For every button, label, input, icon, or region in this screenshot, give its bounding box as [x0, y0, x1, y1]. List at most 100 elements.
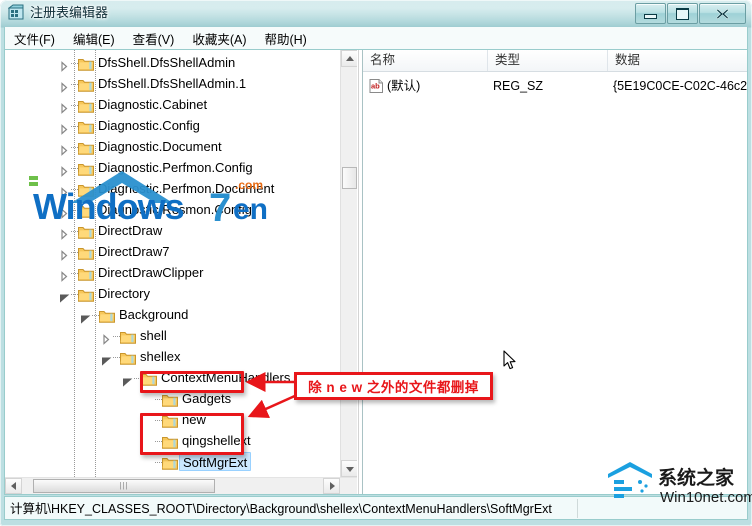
tree-item-directdraw7[interactable]: DirectDraw7 — [5, 241, 340, 262]
folder-icon — [99, 308, 115, 323]
scroll-left-button[interactable] — [5, 478, 22, 494]
folder-icon — [78, 287, 94, 302]
menu-view[interactable]: 查看(V) — [124, 27, 184, 50]
tree-item-directory[interactable]: Directory — [5, 283, 340, 304]
tree-item-label: qingshellext — [182, 433, 251, 448]
tree-item-dfsshell-dfsshelladmin-1[interactable]: DfsShell.DfsShellAdmin.1 — [5, 73, 340, 94]
regedit-icon — [7, 4, 25, 21]
expand-arrow-icon[interactable] — [59, 204, 70, 219]
chevron-right-icon — [329, 482, 335, 490]
cell-value-name: (默认) — [387, 79, 421, 93]
menu-favorites[interactable]: 收藏夹(A) — [183, 27, 255, 50]
expand-arrow-icon[interactable] — [59, 225, 70, 240]
status-registry-path: 计算机\HKEY_CLASSES_ROOT\Directory\Backgrou… — [10, 502, 552, 516]
tree-item-directdraw[interactable]: DirectDraw — [5, 220, 340, 241]
folder-icon — [78, 77, 94, 92]
folder-icon — [78, 98, 94, 113]
tree-item-diagnostic-document[interactable]: Diagnostic.Document — [5, 136, 340, 157]
folder-icon — [120, 329, 136, 344]
expand-arrow-icon[interactable] — [101, 330, 112, 345]
collapse-arrow-icon[interactable] — [122, 372, 133, 387]
expand-arrow-icon[interactable] — [59, 78, 70, 93]
tree-item-shellex[interactable]: shellex — [5, 346, 340, 367]
tree-item-label: DirectDraw — [98, 223, 163, 238]
folder-icon — [78, 56, 94, 71]
expand-arrow-icon[interactable] — [59, 57, 70, 72]
expand-arrow-icon[interactable] — [59, 162, 70, 177]
tree-item-label: Diagnostic.Resmon.Config — [98, 202, 252, 217]
tree-item-diagnostic-resmon-config[interactable]: Diagnostic.Resmon.Config — [5, 199, 340, 220]
tree-horizontal-scrollbar[interactable]: ||| — [5, 477, 357, 494]
tree-item-qingshellext[interactable]: qingshellext — [5, 430, 340, 451]
registry-tree-pane[interactable]: DfsShell.DfsShellAdmin DfsShell.DfsShellA… — [5, 50, 357, 494]
column-header-type[interactable]: 类型 — [488, 50, 608, 71]
tree-item-label: Directory — [98, 286, 151, 301]
tree-item-label: Diagnostic.Perfmon.Config — [98, 160, 253, 175]
scroll-down-button[interactable] — [341, 460, 357, 477]
collapse-arrow-icon[interactable] — [80, 309, 91, 324]
tree-item-dfsshell-dfsshelladmin[interactable]: DfsShell.DfsShellAdmin — [5, 52, 340, 73]
tree-item-diagnostic-perfmon-config[interactable]: Diagnostic.Perfmon.Config — [5, 157, 340, 178]
tree-scrollport: DfsShell.DfsShellAdmin DfsShell.DfsShellA… — [5, 50, 340, 477]
expand-arrow-icon[interactable] — [59, 120, 70, 135]
tree-item-diagnostic-cabinet[interactable]: Diagnostic.Cabinet — [5, 94, 340, 115]
tree-item-directdrawclipper[interactable]: DirectDrawClipper — [5, 262, 340, 283]
expand-arrow-icon[interactable] — [59, 267, 70, 282]
scroll-thumb-vertical[interactable] — [342, 167, 357, 189]
minimize-button[interactable] — [635, 3, 666, 24]
tree-item-new[interactable]: new — [5, 409, 340, 430]
column-header-data[interactable]: 数据 — [608, 50, 747, 71]
grip-icon: ||| — [119, 481, 129, 490]
tree-item-softmgrext[interactable]: SoftMgrExt — [5, 451, 340, 472]
scroll-right-button[interactable] — [323, 478, 340, 494]
tree-item-diagnostic-perfmon-document[interactable]: Diagnostic.Perfmon.Document — [5, 178, 340, 199]
collapse-arrow-icon[interactable] — [101, 351, 112, 366]
regedit-window-root: 注册表编辑器 文件(F) 编辑(E) 查看(V) 收藏夹(A) 帮助(H) Df… — [0, 0, 752, 526]
menu-help[interactable]: 帮助(H) — [255, 27, 315, 50]
client-area: DfsShell.DfsShellAdmin DfsShell.DfsShellA… — [4, 49, 748, 495]
folder-icon — [162, 434, 178, 449]
tree-item-label: SoftMgrExt — [179, 452, 252, 471]
chevron-left-icon — [10, 482, 16, 490]
status-separator — [577, 499, 578, 518]
tree-vertical-scrollbar[interactable] — [340, 50, 357, 477]
folder-icon — [162, 455, 178, 470]
tree-item-contextmenuhandlers[interactable]: ContextMenuHandlers — [5, 367, 340, 388]
folder-icon — [78, 140, 94, 155]
values-list-pane[interactable]: 名称 类型 数据 ab (默认) REG_SZ {5E19C0CE-C02C-4… — [362, 50, 747, 494]
menu-file[interactable]: 文件(F) — [5, 27, 64, 50]
minimize-icon — [636, 4, 665, 23]
expand-arrow-icon[interactable] — [59, 183, 70, 198]
table-row[interactable]: ab (默认) REG_SZ {5E19C0CE-C02C-46c2 — [363, 76, 747, 96]
scroll-thumb-horizontal[interactable]: ||| — [33, 479, 215, 493]
tree-item-label: new — [182, 412, 206, 427]
tree-item-label: Diagnostic.Config — [98, 118, 200, 133]
list-header-row: 名称 类型 数据 — [363, 50, 747, 72]
tree-item-label: DirectDraw7 — [98, 244, 170, 259]
column-header-name[interactable]: 名称 — [363, 50, 488, 71]
tree-item-gadgets[interactable]: Gadgets — [5, 388, 340, 409]
expand-arrow-icon[interactable] — [59, 141, 70, 156]
tree-item-background[interactable]: Background — [5, 304, 340, 325]
tree-item-shell[interactable]: shell — [5, 325, 340, 346]
chevron-down-icon — [345, 466, 354, 472]
collapse-arrow-icon[interactable] — [59, 288, 70, 303]
folder-icon — [78, 245, 94, 260]
folder-icon — [78, 119, 94, 134]
caption-buttons — [635, 3, 746, 24]
expand-arrow-icon[interactable] — [59, 246, 70, 261]
expand-arrow-icon[interactable] — [59, 99, 70, 114]
tree-item-label: ContextMenuHandlers — [161, 370, 291, 385]
cell-value-type: REG_SZ — [493, 79, 544, 93]
tree-item-diagnostic-config[interactable]: Diagnostic.Config — [5, 115, 340, 136]
maximize-button[interactable] — [667, 3, 698, 24]
title-bar[interactable]: 注册表编辑器 — [0, 0, 752, 26]
folder-icon — [78, 224, 94, 239]
folder-icon — [78, 182, 94, 197]
folder-icon — [141, 371, 157, 386]
folder-icon — [78, 266, 94, 281]
scroll-up-button[interactable] — [341, 50, 357, 67]
close-button[interactable] — [699, 3, 746, 24]
menu-edit[interactable]: 编辑(E) — [64, 27, 124, 50]
tree-item-label: DfsShell.DfsShellAdmin — [98, 55, 236, 70]
